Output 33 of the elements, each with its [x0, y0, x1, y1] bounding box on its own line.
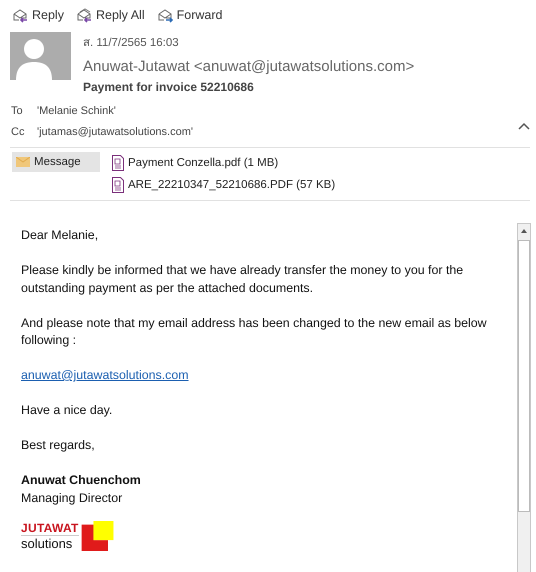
attachment-item[interactable]: ARE_22210347_52210686.PDF (57 KB) — [108, 174, 536, 196]
pdf-file-icon — [112, 177, 124, 193]
sent-date: ส. 11/7/2565 16:03 — [83, 36, 180, 51]
reply-all-icon — [76, 7, 93, 23]
pdf-file-icon — [112, 155, 124, 171]
email-link[interactable]: anuwat@jutawatsolutions.com — [21, 368, 189, 382]
recipient-value: 'Melanie Schink' — [37, 104, 116, 116]
forward-button[interactable]: Forward — [156, 7, 222, 23]
body-paragraph: Best regards, — [21, 437, 96, 454]
envelope-icon — [16, 157, 30, 167]
subject: Payment for invoice 52210686 — [83, 80, 255, 94]
recipient-label: Cc — [11, 126, 26, 138]
recipient-value: 'jutamas@jutawatsolutions.com' — [37, 126, 193, 138]
attachment-item[interactable]: Payment Conzella.pdf (1 MB) — [108, 152, 536, 174]
message-tab[interactable]: Message — [12, 152, 100, 172]
body-paragraph: Please kindly be informed that we have already transfer the money to you for the outstanding payment as per the attached documents. — [21, 262, 464, 297]
logo-subtitle: solutions — [21, 536, 74, 550]
logo-mark-icon — [80, 520, 115, 550]
body-paragraph: Have a nice day. — [21, 402, 114, 419]
reply-button[interactable]: Reply — [12, 7, 64, 23]
signature-title: Managing Director — [21, 490, 124, 507]
forward-icon — [156, 7, 174, 23]
body-paragraph: Dear Melanie, — [21, 227, 100, 244]
signature-name: Anuwat Chuenchom — [21, 472, 142, 489]
reply-icon — [12, 7, 29, 23]
collapse-icon[interactable] — [518, 122, 530, 130]
avatar-icon — [10, 32, 71, 80]
reply-all-button[interactable]: Reply All — [76, 7, 145, 23]
body-paragraph: And please note that my email address has been changed to the new email as below following : — [21, 314, 488, 349]
recipient-label: To — [11, 104, 24, 116]
scrollbar[interactable] — [517, 223, 531, 572]
sender: Anuwat-Jutawat <anuwat@jutawatsolutions.com> — [83, 58, 414, 75]
logo-wordmark: JUTAWAT — [21, 520, 79, 536]
